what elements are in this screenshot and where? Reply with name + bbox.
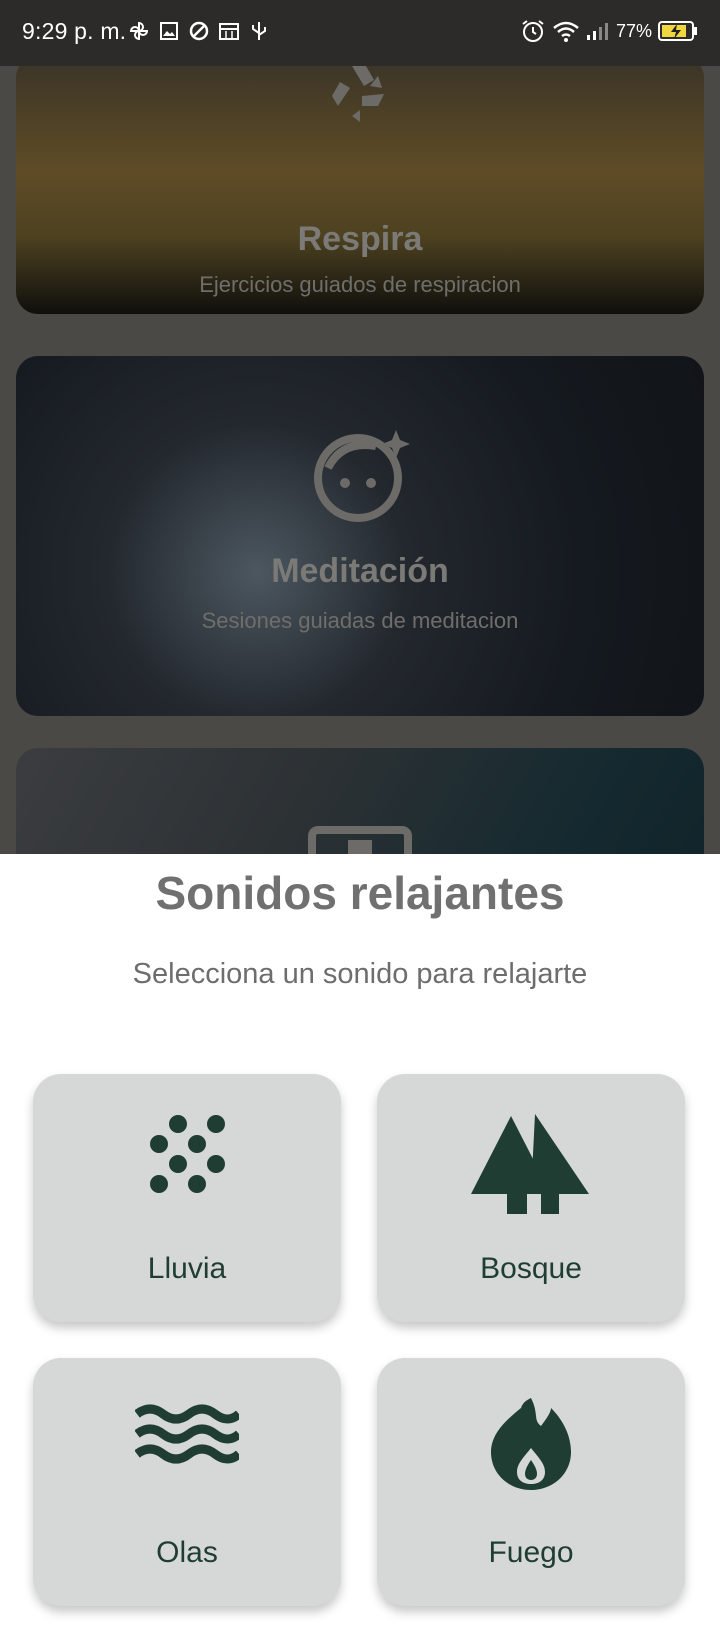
- usb-icon: [252, 22, 266, 40]
- sounds-bottom-sheet: Sonidos relajantes Selecciona un sonido …: [0, 854, 720, 1640]
- sheet-subtitle: Selecciona un sonido para relajarte: [132, 958, 588, 990]
- card-subtitle: Ejercicios guiados de respiracion: [199, 272, 521, 297]
- forest-icon: [471, 1114, 589, 1214]
- wifi-icon: [553, 21, 579, 42]
- waves-icon: [135, 1404, 239, 1464]
- recycle-icon: [332, 66, 384, 122]
- sheet-title: Sonidos relajantes: [155, 867, 565, 919]
- card-respira[interactable]: Respira Ejercicios guiados de respiracio…: [16, 66, 704, 314]
- status-bar: 9:29 p. m. 77%: [0, 0, 720, 66]
- status-right: 77%: [520, 18, 698, 44]
- card-subtitle: Sesiones guiadas de meditacion: [201, 608, 519, 633]
- sound-tile-fuego[interactable]: Fuego: [377, 1358, 685, 1606]
- face-sparkle-icon: [314, 430, 410, 522]
- image-icon: [160, 22, 178, 40]
- sound-tile-lluvia[interactable]: Lluvia: [33, 1074, 341, 1322]
- card-third[interactable]: [16, 748, 704, 854]
- sound-label: Fuego: [488, 1536, 574, 1569]
- sound-tile-olas[interactable]: Olas: [33, 1358, 341, 1606]
- blocked-icon: [189, 21, 209, 41]
- calendar-icon: [219, 23, 239, 40]
- alarm-icon: [522, 20, 544, 42]
- signal-icon: [586, 23, 608, 40]
- battery-percentage: 77%: [615, 20, 652, 41]
- sound-tile-bosque[interactable]: Bosque: [377, 1074, 685, 1322]
- card-title: Meditación: [271, 552, 449, 590]
- rain-dots-icon: [150, 1115, 225, 1193]
- battery-charging-icon: [658, 21, 697, 41]
- card-meditacion[interactable]: Meditación Sesiones guiadas de meditacio…: [16, 356, 704, 716]
- sound-label: Bosque: [480, 1252, 582, 1285]
- card-title: Respira: [297, 220, 423, 258]
- status-time: 9:29 p. m.: [22, 18, 127, 44]
- notification-icons: [128, 20, 270, 42]
- fire-icon: [491, 1398, 571, 1490]
- pinwheel-icon: [129, 21, 149, 41]
- sound-label: Lluvia: [147, 1252, 227, 1285]
- activities-list: Respira Ejercicios guiados de respiracio…: [0, 66, 720, 854]
- sound-label: Olas: [156, 1536, 218, 1569]
- tv-icon: [308, 826, 412, 854]
